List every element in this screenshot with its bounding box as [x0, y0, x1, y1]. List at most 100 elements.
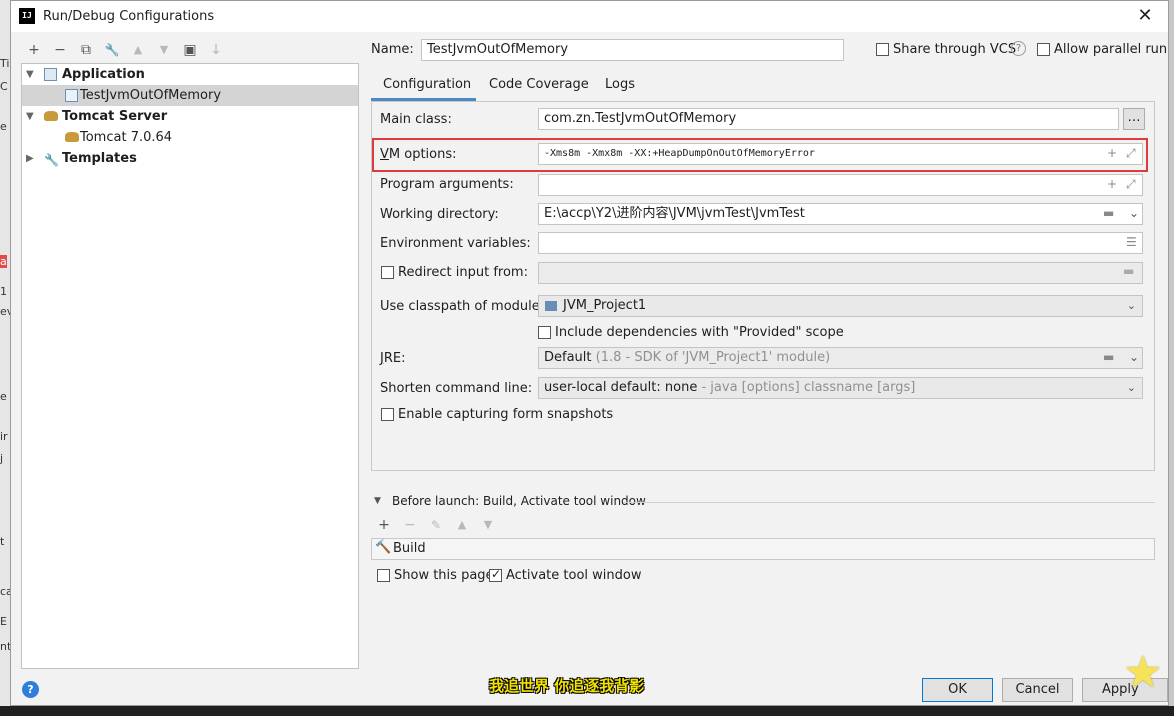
- redirect-input-field[interactable]: [538, 262, 1143, 284]
- tree-node-testjvmoutofmemory[interactable]: TestJvmOutOfMemory: [22, 85, 358, 106]
- chevron-down-icon[interactable]: ⌄: [1129, 206, 1139, 220]
- redirect-input-checkbox[interactable]: [381, 266, 394, 279]
- classpath-module-label: Use classpath of module:: [380, 299, 545, 314]
- sort-icon[interactable]: ↓: [207, 42, 225, 58]
- configuration-tree[interactable]: ▼ Application TestJvmOutOfMemory ▼ Tomca…: [21, 63, 359, 669]
- expanded-chevron-icon[interactable]: ▼: [26, 64, 34, 85]
- add-task-icon[interactable]: +: [375, 517, 393, 533]
- shorten-command-line-label: Shorten command line:: [380, 381, 533, 396]
- remove-task-icon[interactable]: −: [401, 517, 419, 533]
- before-launch-task-list[interactable]: 🔨 Build: [371, 538, 1155, 560]
- separator: [623, 502, 1155, 503]
- background-text: E: [0, 615, 7, 628]
- tree-node-tomcat-server[interactable]: ▼ Tomcat Server: [22, 106, 358, 127]
- background-text: Ti: [0, 57, 10, 70]
- maximize-icon[interactable]: ⤢: [1126, 146, 1136, 161]
- video-subtitle: 我追世界 你追逐我背影: [489, 677, 645, 695]
- expand-plus-icon[interactable]: +: [1107, 177, 1117, 191]
- tomcat-icon: [44, 111, 58, 121]
- edit-defaults-wrench-icon[interactable]: 🔧: [103, 42, 121, 58]
- window-title: Run/Debug Configurations: [43, 9, 215, 24]
- move-down-icon[interactable]: ▼: [155, 42, 173, 58]
- tab-configuration[interactable]: Configuration: [371, 73, 476, 101]
- program-arguments-label: Program arguments:: [380, 177, 514, 192]
- collapsed-chevron-icon[interactable]: ▶: [26, 148, 34, 169]
- chevron-down-icon[interactable]: ⌄: [1127, 378, 1136, 398]
- main-class-field[interactable]: com.zn.TestJvmOutOfMemory: [538, 108, 1119, 130]
- jre-field[interactable]: Default (1.8 - SDK of 'JVM_Project1' mod…: [538, 347, 1143, 369]
- background-text: j: [0, 452, 4, 465]
- help-circle-icon[interactable]: ?: [1011, 41, 1026, 56]
- background-text: ir: [0, 430, 8, 443]
- tree-node-label: Tomcat 7.0.64: [80, 130, 173, 145]
- chevron-down-icon[interactable]: ⌄: [1129, 350, 1139, 364]
- shorten-command-line-combo[interactable]: user-local default: none - java [options…: [538, 377, 1143, 399]
- background-text: t: [0, 535, 5, 548]
- classpath-module-value: JVM_Project1: [563, 298, 647, 313]
- environment-variables-field[interactable]: [538, 232, 1143, 254]
- shorten-value: user-local default: none: [544, 380, 698, 395]
- share-vcs-label: Share through VCS: [893, 42, 1017, 57]
- intellij-app-icon: IJ: [19, 8, 35, 24]
- move-task-up-icon[interactable]: ▲: [453, 517, 471, 533]
- help-button[interactable]: ?: [22, 681, 39, 698]
- main-class-label: Main class:: [380, 112, 452, 127]
- activate-tool-window-label: Activate tool window: [506, 568, 642, 583]
- background-window-strip: Ti C e a 1 ev e ir j t ca E nt: [0, 0, 10, 716]
- tree-node-label: TestJvmOutOfMemory: [80, 88, 222, 103]
- environment-variables-label: Environment variables:: [380, 236, 531, 251]
- capture-snapshots-checkbox[interactable]: [381, 408, 394, 421]
- taskbar: [0, 706, 1174, 716]
- tab-code-coverage[interactable]: Code Coverage: [477, 73, 589, 101]
- collapse-triangle-icon[interactable]: ▼: [374, 496, 381, 506]
- include-dependencies-checkbox[interactable]: [538, 326, 551, 339]
- vm-options-label: VM options:: [380, 147, 457, 162]
- copy-configuration-icon[interactable]: ⧉: [77, 42, 95, 58]
- redirect-input-label: Redirect input from:: [398, 265, 528, 280]
- shorten-hint: - java [options] classname [args]: [701, 380, 916, 395]
- folder-icon[interactable]: ▬: [1103, 206, 1114, 220]
- new-folder-icon[interactable]: ▣: [181, 42, 199, 58]
- activate-tool-window-checkbox[interactable]: [489, 567, 502, 582]
- vm-options-field[interactable]: -Xms8m -Xmx8m -XX:+HeapDumpOnOutOfMemory…: [538, 143, 1143, 165]
- background-text: ev: [0, 305, 10, 318]
- name-label: Name:: [371, 42, 414, 57]
- chevron-down-icon[interactable]: ⌄: [1127, 296, 1136, 316]
- close-button[interactable]: ✕: [1131, 3, 1159, 29]
- expanded-chevron-icon[interactable]: ▼: [26, 106, 34, 127]
- share-vcs-checkbox[interactable]: [876, 43, 889, 56]
- jre-hint: (1.8 - SDK of 'JVM_Project1' module): [595, 350, 831, 365]
- wrench-icon: 🔧: [44, 153, 59, 167]
- edit-list-icon[interactable]: ☰: [1126, 235, 1137, 249]
- tree-node-application[interactable]: ▼ Application: [22, 64, 358, 85]
- move-up-icon[interactable]: ▲: [129, 42, 147, 58]
- tree-node-templates[interactable]: ▶ 🔧 Templates: [22, 148, 358, 169]
- remove-configuration-icon[interactable]: −: [51, 42, 69, 58]
- name-field[interactable]: TestJvmOutOfMemory: [421, 39, 844, 61]
- show-this-page-checkbox[interactable]: [377, 569, 390, 582]
- ok-button[interactable]: OK: [922, 678, 993, 702]
- classpath-module-combo[interactable]: JVM_Project1 ⌄: [538, 295, 1143, 317]
- tree-node-label: Tomcat Server: [62, 109, 168, 124]
- background-text: e: [0, 390, 7, 403]
- program-arguments-field[interactable]: [538, 174, 1143, 196]
- working-directory-field[interactable]: E:\accp\Y2\进阶内容\JVM\jvmTest\JvmTest: [538, 203, 1143, 225]
- allow-parallel-checkbox[interactable]: [1037, 43, 1050, 56]
- maximize-icon[interactable]: ⤢: [1126, 177, 1136, 192]
- include-dependencies-label: Include dependencies with "Provided" sco…: [555, 325, 844, 340]
- expand-plus-icon[interactable]: +: [1107, 146, 1117, 160]
- add-configuration-icon[interactable]: +: [25, 42, 43, 58]
- allow-parallel-label: Allow parallel run: [1054, 42, 1166, 57]
- cancel-button[interactable]: Cancel: [1002, 678, 1073, 702]
- show-this-page-label: Show this page: [394, 568, 494, 583]
- folder-icon[interactable]: ▬: [1103, 350, 1114, 364]
- move-task-down-icon[interactable]: ▼: [479, 517, 497, 533]
- edit-task-icon[interactable]: ✎: [427, 517, 445, 533]
- tab-logs[interactable]: Logs: [593, 73, 643, 101]
- before-launch-title: Before launch: Build, Activate tool wind…: [392, 494, 646, 508]
- background-text: e: [0, 120, 7, 133]
- jre-value: Default: [544, 350, 592, 365]
- browse-main-class-button[interactable]: …: [1123, 108, 1145, 130]
- tree-node-tomcat-7[interactable]: Tomcat 7.0.64: [22, 127, 358, 148]
- background-text: ca: [0, 585, 10, 598]
